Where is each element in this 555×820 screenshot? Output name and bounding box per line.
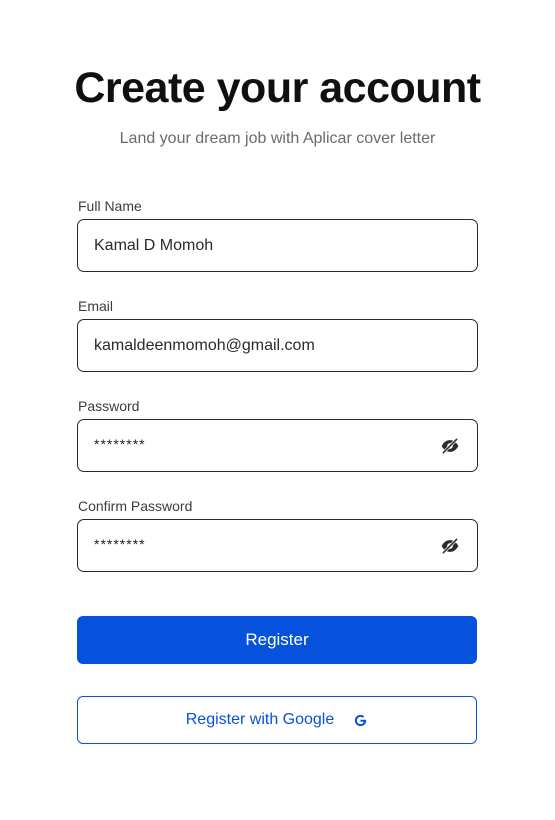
register-google-button-label: Register with Google <box>185 711 335 728</box>
eye-off-icon[interactable] <box>439 535 461 557</box>
google-icon <box>352 712 368 728</box>
page-subtitle: Land your dream job with Aplicar cover l… <box>119 130 436 147</box>
register-google-button[interactable]: Register with Google <box>77 696 477 744</box>
full-name-value[interactable]: Kamal D Momoh <box>94 237 461 255</box>
email-label: Email <box>78 298 114 314</box>
full-name-label: Full Name <box>78 198 142 214</box>
email-value[interactable]: kamaldeenmomoh@gmail.com <box>94 337 461 355</box>
register-button[interactable]: Register <box>77 616 477 664</box>
confirm-password-field[interactable]: ******** <box>77 519 478 572</box>
eye-off-icon[interactable] <box>439 435 461 457</box>
password-value[interactable]: ******** <box>94 436 439 452</box>
full-name-field[interactable]: Kamal D Momoh <box>77 219 478 272</box>
confirm-password-label: Confirm Password <box>78 498 193 514</box>
page-title: Create your account <box>74 64 481 112</box>
password-label: Password <box>78 398 140 414</box>
password-field[interactable]: ******** <box>77 419 478 472</box>
confirm-password-value[interactable]: ******** <box>94 536 439 552</box>
email-field[interactable]: kamaldeenmomoh@gmail.com <box>77 319 478 372</box>
register-button-label: Register <box>245 630 309 649</box>
register-page: Create your account Land your dream job … <box>0 0 555 820</box>
